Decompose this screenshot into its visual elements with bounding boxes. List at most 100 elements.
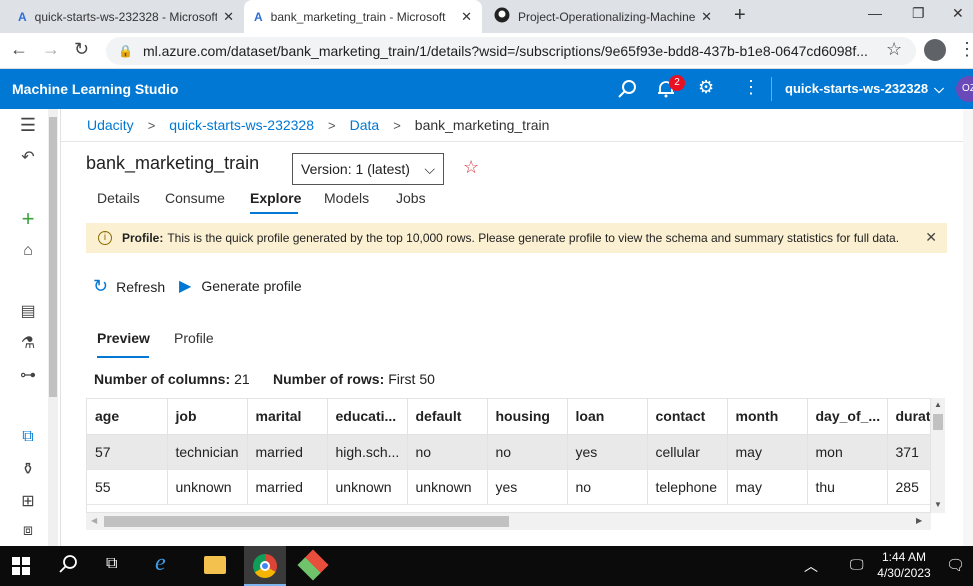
page-title: bank_marketing_train <box>86 153 260 173</box>
github-icon <box>494 7 510 26</box>
tab-jobs[interactable]: Jobs <box>396 190 426 206</box>
scroll-left-icon[interactable]: ◀ <box>91 516 97 525</box>
horizontal-scroll-thumb[interactable] <box>104 516 509 527</box>
pipelines-icon[interactable]: ⧈ <box>16 519 40 543</box>
tab-models[interactable]: Models <box>324 190 369 206</box>
tab-explore[interactable]: Explore <box>250 190 301 206</box>
close-tab-icon[interactable]: ✕ <box>461 9 472 25</box>
scroll-down-icon[interactable]: ▼ <box>934 500 942 509</box>
notification-center-icon[interactable]: 🗨 <box>946 556 965 574</box>
show-hidden-icons-icon[interactable]: ︿ <box>804 556 818 576</box>
search-icon[interactable] <box>617 79 637 102</box>
new-tab-button[interactable]: + <box>734 4 746 27</box>
scroll-right-icon[interactable]: ▶ <box>916 516 922 525</box>
workspace-selector[interactable]: quick-starts-ws-232328 ⌵ <box>785 81 944 97</box>
breadcrumb-udacity[interactable]: Udacity <box>87 117 134 133</box>
automated-ml-icon[interactable]: ⚗ <box>16 331 40 355</box>
close-banner-icon[interactable]: ✕ <box>925 229 937 246</box>
components-icon[interactable]: ⊞ <box>16 489 40 513</box>
breadcrumb-workspace[interactable]: quick-starts-ws-232328 <box>169 117 314 133</box>
more-options-icon[interactable]: ⋮ <box>742 77 760 98</box>
close-tab-icon[interactable]: ✕ <box>701 9 712 25</box>
notebooks-icon[interactable]: ▤ <box>16 299 40 323</box>
chevron-down-icon: ⌵ <box>424 160 435 177</box>
browser-tab[interactable]: Project-Operationalizing-Machine ✕ <box>484 0 722 33</box>
back-icon[interactable]: ← <box>10 39 28 60</box>
avatar[interactable]: OZ <box>956 76 973 102</box>
breadcrumb-data[interactable]: Data <box>350 117 380 133</box>
windows-start-icon[interactable] <box>12 557 30 578</box>
chrome-icon-center <box>260 561 270 571</box>
back-arrow-icon[interactable]: ↶ <box>16 145 40 169</box>
settings-gear-icon[interactable]: ⚙ <box>698 77 714 98</box>
notification-count-badge: 2 <box>669 75 685 91</box>
internet-explorer-icon[interactable]: e <box>155 550 166 577</box>
subtab-preview[interactable]: Preview <box>97 330 150 346</box>
column-header[interactable]: durati <box>887 399 930 435</box>
designer-icon[interactable]: ⊶ <box>16 363 40 387</box>
jobs-flask-icon[interactable]: ⚱ <box>16 457 40 481</box>
column-header[interactable]: housing <box>487 399 568 435</box>
favorite-star-icon[interactable]: ☆ <box>463 157 479 178</box>
scroll-up-icon[interactable]: ▲ <box>934 400 942 409</box>
column-header[interactable]: job <box>167 399 248 435</box>
data-preview-table: age job marital educati... default housi… <box>86 398 931 513</box>
app-title[interactable]: Machine Learning Studio <box>12 81 178 97</box>
browser-tab[interactable]: A quick-starts-ws-232328 - Microsoft ✕ <box>8 0 244 33</box>
table-cell: cellular <box>647 434 728 470</box>
breadcrumb-current: bank_marketing_train <box>414 117 550 133</box>
azure-ml-icon: A <box>18 9 27 24</box>
rows-count: Number of rows: First 50 <box>273 371 435 387</box>
column-header[interactable]: educati... <box>327 399 408 435</box>
column-header[interactable]: default <box>407 399 488 435</box>
minimize-window-icon[interactable]: — <box>868 5 882 21</box>
table-cell: thu <box>807 469 888 505</box>
chrome-taskbar-item[interactable] <box>244 546 286 586</box>
browser-tab-title: quick-starts-ws-232328 - Microsoft <box>34 9 218 24</box>
forward-icon[interactable]: → <box>42 39 60 60</box>
git-icon[interactable] <box>297 549 329 581</box>
column-header[interactable]: marital <box>247 399 328 435</box>
reload-icon[interactable]: ↻ <box>74 39 89 60</box>
table-row[interactable]: 57 technician married high.sch... no no … <box>87 434 930 470</box>
table-cell: 57 <box>87 434 168 470</box>
table-vertical-scrollbar[interactable]: ▲ ▼ <box>931 398 945 513</box>
browser-menu-icon[interactable]: ⋮ <box>958 39 973 60</box>
page-scrollbar[interactable] <box>963 109 973 546</box>
taskbar-search-icon[interactable] <box>58 554 78 577</box>
home-icon[interactable]: ⌂ <box>16 239 40 263</box>
column-header[interactable]: month <box>727 399 808 435</box>
table-horizontal-scrollbar[interactable]: ◀ ▶ <box>86 513 931 530</box>
network-icon[interactable]: 🖵 <box>850 556 864 573</box>
column-header[interactable]: age <box>87 399 168 435</box>
app-header: Machine Learning Studio 2 ⚙ ⋮ quick-star… <box>0 69 973 109</box>
vertical-scroll-thumb[interactable] <box>933 414 943 430</box>
close-window-icon[interactable]: ✕ <box>952 5 964 22</box>
subtab-profile[interactable]: Profile <box>174 330 214 346</box>
profile-icon[interactable] <box>924 39 946 61</box>
hamburger-menu-icon[interactable]: ☰ <box>16 113 40 137</box>
column-header[interactable]: day_of_... <box>807 399 888 435</box>
tab-details[interactable]: Details <box>97 190 140 206</box>
generate-profile-label: Generate profile <box>201 278 302 294</box>
create-new-plus-icon[interactable]: + <box>16 206 40 231</box>
data-icon[interactable]: ⧉ <box>16 425 40 449</box>
close-tab-icon[interactable]: ✕ <box>223 9 234 25</box>
browser-tab-active[interactable]: A bank_marketing_train - Microsoft ✕ <box>244 0 482 33</box>
columns-label: Number of columns: <box>94 371 231 387</box>
rail-scrollbar-thumb[interactable] <box>49 117 57 397</box>
address-bar[interactable]: 🔒 ml.azure.com/dataset/bank_marketing_tr… <box>106 37 916 65</box>
column-header[interactable]: contact <box>647 399 728 435</box>
version-dropdown[interactable]: Version: 1 (latest) ⌵ <box>292 153 444 185</box>
task-view-icon[interactable]: ⧉ <box>106 555 117 573</box>
generate-profile-button[interactable]: ▶ Generate profile <box>179 276 302 296</box>
file-explorer-icon[interactable] <box>204 556 226 574</box>
column-header[interactable]: loan <box>567 399 648 435</box>
bookmark-star-icon[interactable]: ☆ <box>886 39 902 60</box>
tab-consume[interactable]: Consume <box>165 190 225 206</box>
table-row[interactable]: 55 unknown married unknown unknown yes n… <box>87 469 930 505</box>
table-cell: 55 <box>87 469 168 505</box>
clock[interactable]: 1:44 AM 4/30/2023 <box>874 550 934 580</box>
refresh-button[interactable]: ↻ Refresh <box>93 276 165 297</box>
restore-window-icon[interactable]: ❐ <box>912 5 925 22</box>
